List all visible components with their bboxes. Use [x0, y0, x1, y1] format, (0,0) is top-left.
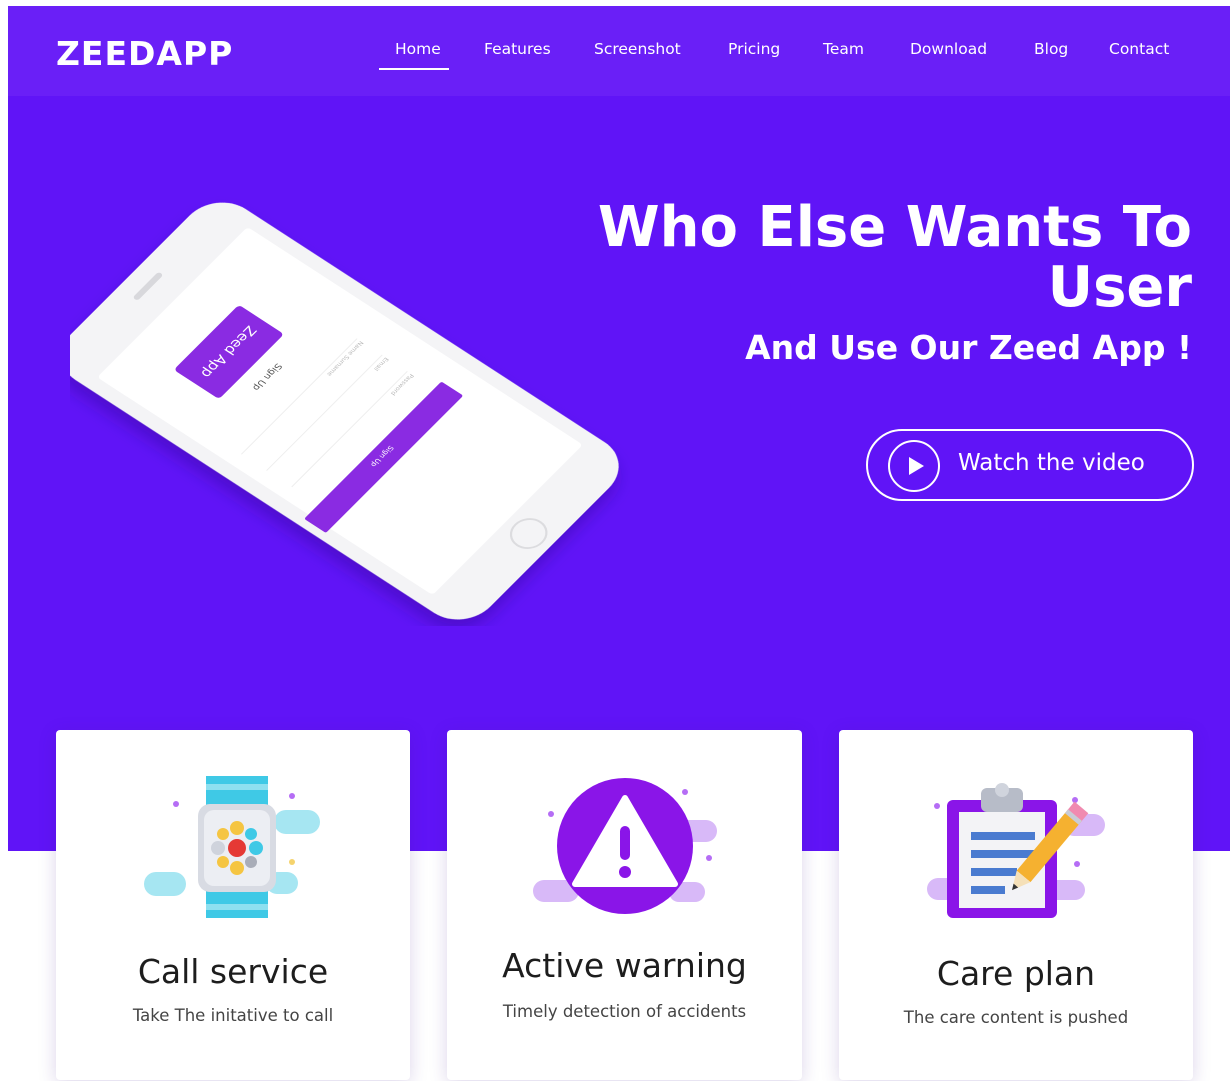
feature-desc: Take The initative to call — [132, 1006, 334, 1025]
hero-title: Who Else Wants To User — [572, 198, 1192, 318]
navbar: ZEEDAPP Home Features Screenshot Pricing… — [8, 6, 1230, 96]
hero-subtitle: And Use Our Zeed App ! — [745, 328, 1192, 367]
feature-card-care-plan: Care plan The care content is pushed — [839, 730, 1193, 1080]
clipboard-pencil-icon — [927, 783, 1105, 918]
feature-desc: Timely detection of accidents — [502, 1002, 747, 1021]
nav-screenshot[interactable]: Screenshot — [594, 40, 681, 58]
hero-title-line1: Who Else Wants To — [597, 195, 1192, 260]
nav-download[interactable]: Download — [910, 40, 987, 58]
feature-title: Call service — [137, 952, 329, 991]
watch-video-button[interactable]: Watch the video — [866, 429, 1194, 501]
watch-video-label: Watch the video — [958, 450, 1145, 476]
play-circle[interactable] — [888, 440, 940, 492]
phone-mockup: Zeed App Sign Up Name Surname Email Pass… — [70, 202, 619, 620]
smartwatch-icon — [144, 776, 320, 918]
nav-blog[interactable]: Blog — [1034, 40, 1068, 58]
nav-home[interactable]: Home — [379, 40, 449, 70]
feature-title: Active warning — [502, 946, 747, 985]
hero-title-line2: User — [1047, 255, 1192, 320]
feature-card-active-warning: Active warning Timely detection of accid… — [447, 730, 802, 1080]
feature-desc: The care content is pushed — [903, 1008, 1129, 1027]
nav-contact[interactable]: Contact — [1109, 40, 1169, 58]
nav-team[interactable]: Team — [823, 40, 864, 58]
nav-features[interactable]: Features — [484, 40, 551, 58]
logo[interactable]: ZEEDAPP — [56, 34, 233, 73]
feature-title: Care plan — [936, 954, 1096, 993]
feature-card-call-service: Call service Take The initative to call — [56, 730, 410, 1080]
hero-section: ZEEDAPP Home Features Screenshot Pricing… — [8, 6, 1230, 851]
warning-icon — [533, 778, 717, 914]
play-icon — [909, 457, 924, 475]
nav-pricing[interactable]: Pricing — [728, 40, 780, 58]
